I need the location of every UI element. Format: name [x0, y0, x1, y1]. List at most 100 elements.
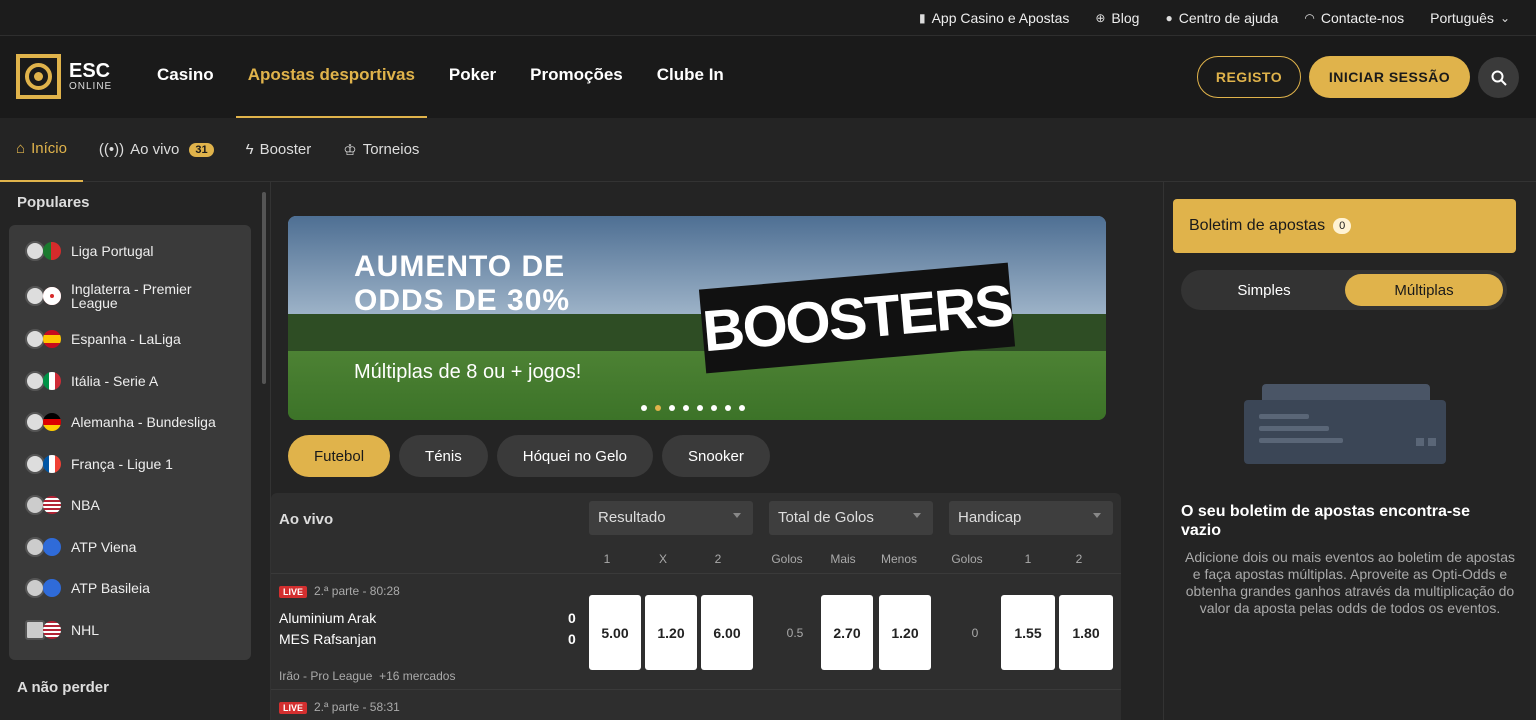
headset-icon: ◠: [1304, 10, 1315, 25]
tab-home[interactable]: ⌂ Início: [0, 118, 83, 182]
app-link[interactable]: ▮ App Casino e Apostas: [919, 10, 1069, 26]
betslip-count: 0: [1333, 218, 1352, 234]
nav-promotions[interactable]: Promoções: [530, 36, 623, 118]
odds-button-hcp-2[interactable]: 1.80: [1059, 595, 1113, 670]
broadcast-icon: ((•)): [98, 141, 125, 158]
odds-button-under[interactable]: 1.20: [879, 595, 931, 670]
away-team: MES Rafsanjan: [279, 631, 377, 647]
promo-banner[interactable]: AUMENTO DE ODDS DE 30% Múltiplas de 8 ou …: [288, 216, 1106, 420]
soccer-portugal-icon: [25, 241, 65, 261]
sidebar-item-atp-vienna[interactable]: ATP Viena: [25, 537, 240, 557]
odds-button-x[interactable]: 1.20: [645, 595, 697, 670]
logo[interactable]: ESC ONLINE: [16, 54, 112, 99]
sidebar-item-atp-basel[interactable]: ATP Basileia: [25, 578, 240, 598]
odds-button-over[interactable]: 2.70: [821, 595, 873, 670]
globe-icon: ⊕: [1095, 10, 1106, 25]
toggle-simple[interactable]: Simples: [1185, 274, 1343, 306]
carousel-dots[interactable]: [641, 405, 745, 411]
bet-type-toggle: Simples Múltiplas: [1181, 270, 1507, 310]
popular-leagues-list: Liga Portugal Inglaterra - Premier Leagu…: [9, 225, 251, 660]
soccer-spain-icon: [25, 329, 65, 349]
total-goals-line: 0.5: [786, 626, 804, 640]
nav-poker[interactable]: Poker: [449, 36, 496, 118]
odds-button-1[interactable]: 5.00: [589, 595, 641, 670]
sport-filter: Futebol Ténis Hóquei no Gelo Snooker: [288, 435, 770, 477]
soccer-france-icon: [25, 454, 65, 474]
popular-heading: Populares: [17, 194, 90, 211]
sidebar-item-nba[interactable]: NBA: [25, 495, 240, 515]
lightning-icon: ϟ: [245, 141, 254, 158]
chevron-down-icon: [733, 513, 741, 518]
basketball-usa-icon: [25, 495, 65, 515]
match-row[interactable]: LIVE 2.ª parte - 80:28 Aluminium Arak ME…: [271, 573, 1121, 689]
soccer-italy-icon: [25, 371, 65, 391]
chevron-down-icon: ⌄: [1499, 10, 1510, 25]
nav-sports-betting[interactable]: Apostas desportivas: [235, 36, 427, 118]
col-header: Golos: [771, 552, 803, 566]
col-header: Golos: [951, 552, 983, 566]
search-button[interactable]: [1478, 57, 1519, 98]
sport-pill-tennis[interactable]: Ténis: [399, 435, 488, 477]
empty-betslip-icon: [1244, 384, 1446, 464]
contact-link[interactable]: ◠ Contacte-nos: [1304, 10, 1404, 26]
betslip-panel: Boletim de apostas 0 Simples Múltiplas O …: [1164, 182, 1536, 720]
market-select-handicap[interactable]: Handicap: [949, 501, 1113, 535]
odds-button-2[interactable]: 6.00: [701, 595, 753, 670]
blog-link[interactable]: ⊕ Blog: [1095, 10, 1139, 26]
login-button[interactable]: INICIAR SESSÃO: [1309, 56, 1470, 98]
match-league[interactable]: Irão - Pro League +16 mercados: [279, 669, 455, 683]
soccer-germany-icon: [25, 412, 65, 432]
sidebar-item-liga-portugal[interactable]: Liga Portugal: [25, 241, 240, 261]
toggle-multiple[interactable]: Múltiplas: [1345, 274, 1503, 306]
logo-text: ESC: [69, 60, 111, 82]
live-count-badge: 31: [189, 142, 214, 157]
register-button[interactable]: REGISTO: [1197, 56, 1301, 98]
sidebar-item-nhl[interactable]: NHL: [25, 620, 240, 640]
help-center-link[interactable]: ● Centro de ajuda: [1165, 10, 1278, 26]
banner-subtitle: Múltiplas de 8 ou + jogos!: [354, 361, 582, 383]
empty-betslip-text: Adicione dois ou mais eventos ao boletim…: [1185, 549, 1515, 616]
sidebar-item-serie-a[interactable]: Itália - Serie A: [25, 371, 240, 391]
sidebar-item-bundesliga[interactable]: Alemanha - Bundesliga: [25, 412, 240, 432]
chevron-down-icon: [913, 513, 921, 518]
match-row[interactable]: LIVE 2.ª parte - 58:31: [271, 689, 1121, 720]
tab-live[interactable]: ((•)) Ao vivo 31: [83, 118, 230, 182]
market-select-total-goals[interactable]: Total de Golos: [769, 501, 933, 535]
col-header: Menos: [880, 552, 918, 566]
betslip-header[interactable]: Boletim de apostas 0: [1173, 199, 1516, 253]
col-header: 1: [1024, 552, 1032, 566]
sports-subnav: ⌂ Início ((•)) Ao vivo 31 ϟ Booster ♔ Torneio…: [0, 118, 1536, 182]
sport-pill-snooker[interactable]: Snooker: [661, 435, 770, 477]
market-select-result[interactable]: Resultado: [589, 501, 753, 535]
sidebar-item-ligue-1[interactable]: França - Ligue 1: [25, 454, 240, 474]
col-header: X: [658, 552, 667, 566]
nav-casino[interactable]: Casino: [157, 36, 214, 118]
sidebar-scrollbar[interactable]: [262, 192, 266, 384]
sport-pill-football[interactable]: Futebol: [288, 435, 391, 477]
col-header: Mais: [830, 552, 856, 566]
match-time: 2.ª parte - 58:31: [314, 700, 400, 714]
dont-miss-heading: A não perder: [17, 679, 109, 696]
top-utility-bar: ▮ App Casino e Apostas ⊕ Blog ● Centro de a…: [0, 0, 1536, 36]
tab-tournaments[interactable]: ♔ Torneios: [327, 118, 435, 182]
left-sidebar: Populares Liga Portugal Inglaterra - Pre…: [0, 182, 270, 720]
sidebar-item-premier-league[interactable]: Inglaterra - Premier League: [25, 282, 240, 310]
main-content: AUMENTO DE ODDS DE 30% Múltiplas de 8 ou …: [270, 182, 1164, 720]
col-header: 2: [1075, 552, 1083, 566]
odds-button-hcp-1[interactable]: 1.55: [1001, 595, 1055, 670]
hockey-usa-icon: [25, 620, 65, 640]
col-header: 2: [714, 552, 722, 566]
sidebar-item-laliga[interactable]: Espanha - LaLiga: [25, 329, 240, 349]
live-events-table: Ao vivo Resultado Total de Golos Handica…: [271, 493, 1121, 720]
tennis-atp-icon: [25, 578, 65, 598]
tab-booster[interactable]: ϟ Booster: [230, 118, 328, 182]
language-selector[interactable]: Português ⌄: [1430, 10, 1510, 26]
live-badge: LIVE: [279, 702, 308, 714]
tennis-atp-icon: [25, 537, 65, 557]
away-score: 0: [568, 631, 576, 647]
chat-icon: ●: [1165, 10, 1173, 25]
nav-club[interactable]: Clube In: [657, 36, 724, 118]
sport-pill-ice-hockey[interactable]: Hóquei no Gelo: [496, 435, 653, 477]
home-score: 0: [568, 610, 576, 626]
live-section-title: Ao vivo: [279, 511, 334, 528]
